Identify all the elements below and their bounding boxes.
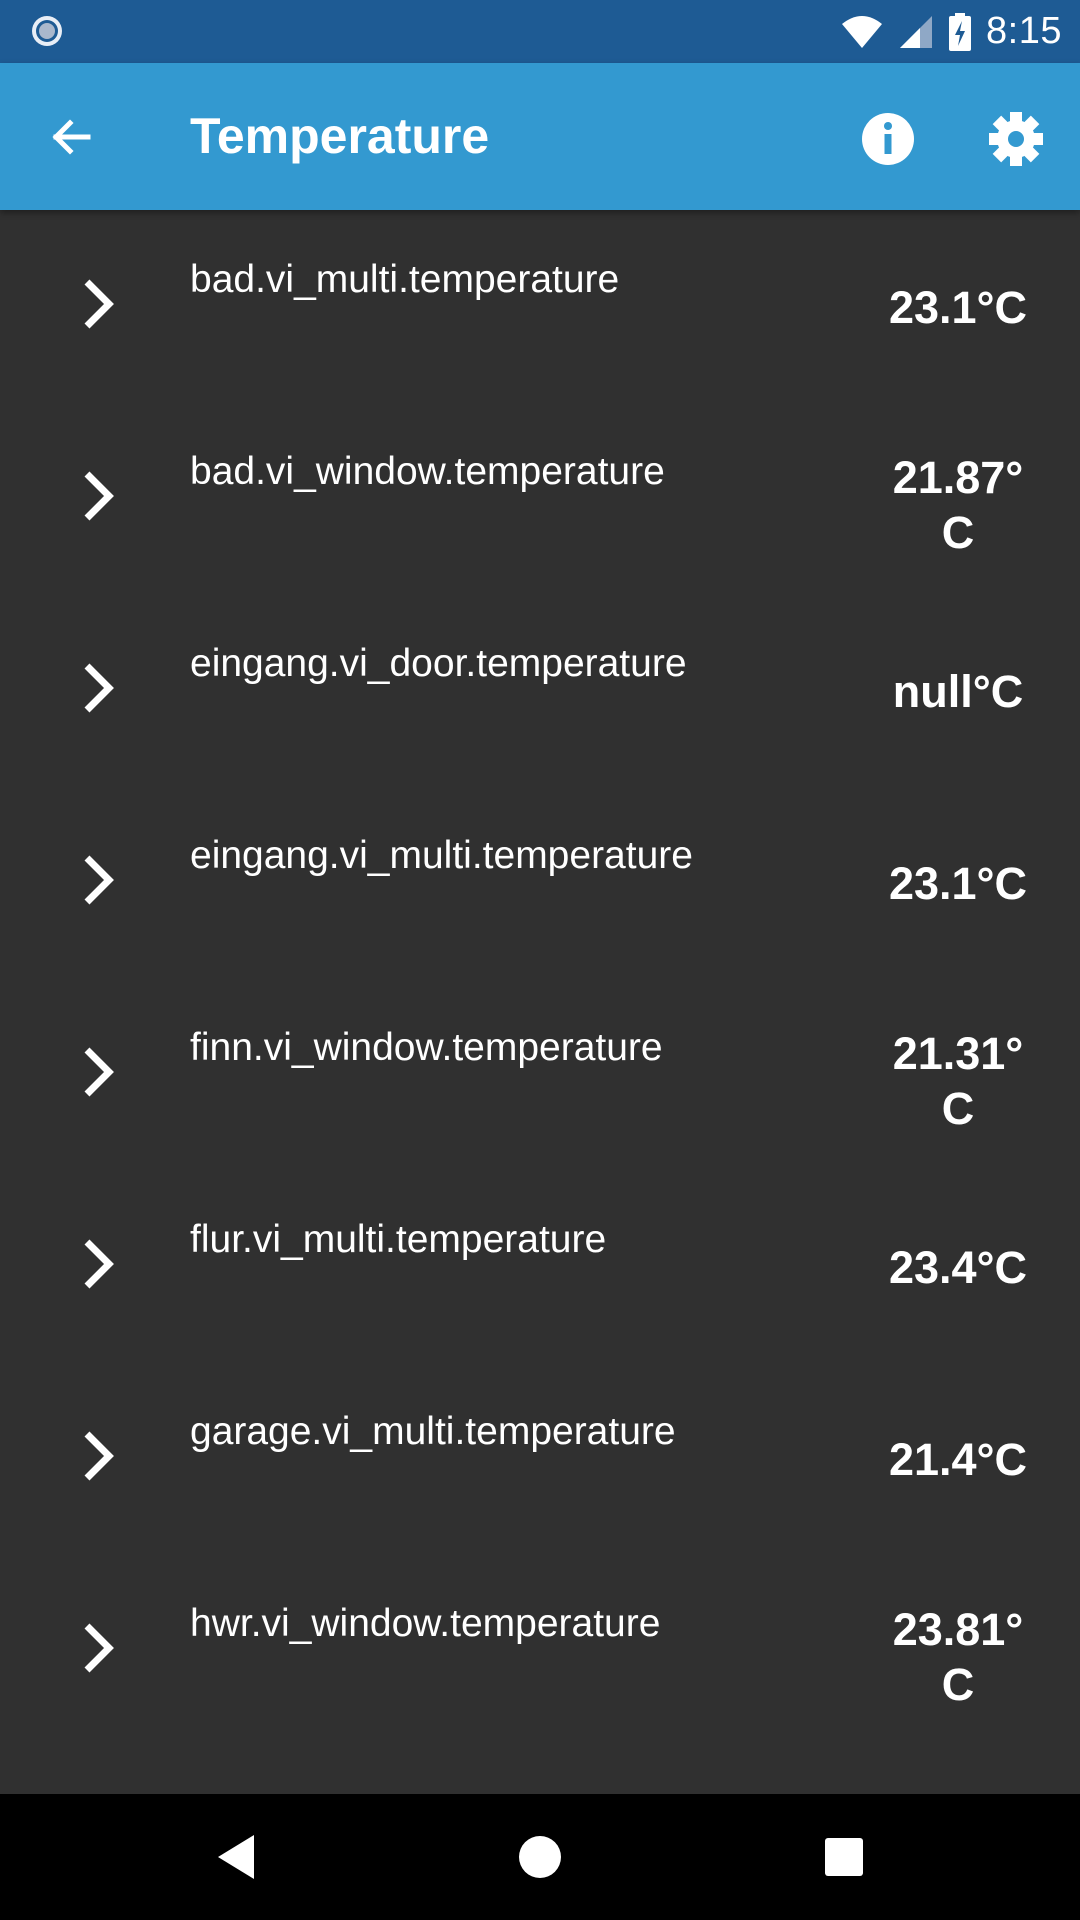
wifi-icon <box>842 15 883 48</box>
sensor-value: 23.4°C <box>888 1242 1028 1293</box>
battery-charging-icon <box>949 12 972 51</box>
nav-recents-button[interactable] <box>808 1821 880 1893</box>
navigation-bar <box>0 1794 1080 1920</box>
chevron-right-icon <box>58 1224 138 1304</box>
list-item[interactable]: eingang.vi_multi.temperature 23.1°C <box>0 786 1080 978</box>
nav-back-button[interactable] <box>200 1821 272 1893</box>
list-item[interactable]: garage.vi_multi.temperature 21.4°C <box>0 1362 1080 1554</box>
sensor-name: eingang.vi_door.temperature <box>190 642 687 685</box>
recents-square-icon <box>825 1838 863 1876</box>
gear-icon <box>989 112 1043 166</box>
status-bar: 8:15 <box>0 0 1080 63</box>
sensor-name: eingang.vi_multi.temperature <box>190 834 693 877</box>
back-button[interactable] <box>36 101 108 173</box>
sensor-name: garage.vi_multi.temperature <box>190 1410 676 1453</box>
sensor-value: 23.81°C <box>892 1604 1024 1710</box>
chevron-right-icon <box>58 1032 138 1112</box>
home-circle-icon <box>519 1836 561 1878</box>
list-item[interactable]: bad.vi_window.temperature 21.87°C <box>0 402 1080 594</box>
info-button[interactable] <box>852 103 924 175</box>
notification-circle-icon <box>32 16 62 46</box>
status-icons: 8:15 <box>840 0 1062 63</box>
list-item[interactable]: finn.vi_window.temperature 21.31°C <box>0 978 1080 1170</box>
list-item[interactable]: eingang.vi_door.temperature null°C <box>0 594 1080 786</box>
sensor-name: hwr.vi_window.temperature <box>190 1602 661 1645</box>
chevron-right-icon <box>58 1608 138 1688</box>
arrow-back-icon <box>52 119 91 155</box>
cell-signal-icon <box>900 15 933 48</box>
sensor-value: 23.1°C <box>888 858 1028 909</box>
info-icon <box>862 113 914 165</box>
sensor-name: bad.vi_multi.temperature <box>190 258 620 301</box>
sensor-name: bad.vi_window.temperature <box>190 450 665 493</box>
page-title: Temperature <box>190 108 490 164</box>
status-time: 8:15 <box>986 10 1062 52</box>
sensor-value: 21.31°C <box>892 1028 1024 1134</box>
sensor-name: flur.vi_multi.temperature <box>190 1218 607 1261</box>
sensor-value: 23.1°C <box>888 282 1028 333</box>
sensor-value: null°C <box>892 666 1024 717</box>
nav-home-button[interactable] <box>504 1821 576 1893</box>
app-bar: Temperature <box>0 63 1080 210</box>
temperature-list: bad.vi_multi.temperature 23.1°C bad.vi_w… <box>0 210 1080 1794</box>
chevron-right-icon <box>58 1416 138 1496</box>
chevron-right-icon <box>58 456 138 536</box>
chevron-right-icon <box>58 648 138 728</box>
settings-button[interactable] <box>980 103 1052 175</box>
list-item[interactable]: flur.vi_multi.temperature 23.4°C <box>0 1170 1080 1362</box>
sensor-value: 21.4°C <box>888 1434 1028 1485</box>
list-item[interactable]: bad.vi_multi.temperature 23.1°C <box>0 210 1080 402</box>
chevron-right-icon <box>58 264 138 344</box>
back-triangle-icon <box>218 1835 254 1879</box>
sensor-name: finn.vi_window.temperature <box>190 1026 663 1069</box>
sensor-value: 21.87°C <box>892 452 1024 558</box>
chevron-right-icon <box>58 840 138 920</box>
list-item[interactable]: hwr.vi_window.temperature 23.81°C <box>0 1554 1080 1746</box>
